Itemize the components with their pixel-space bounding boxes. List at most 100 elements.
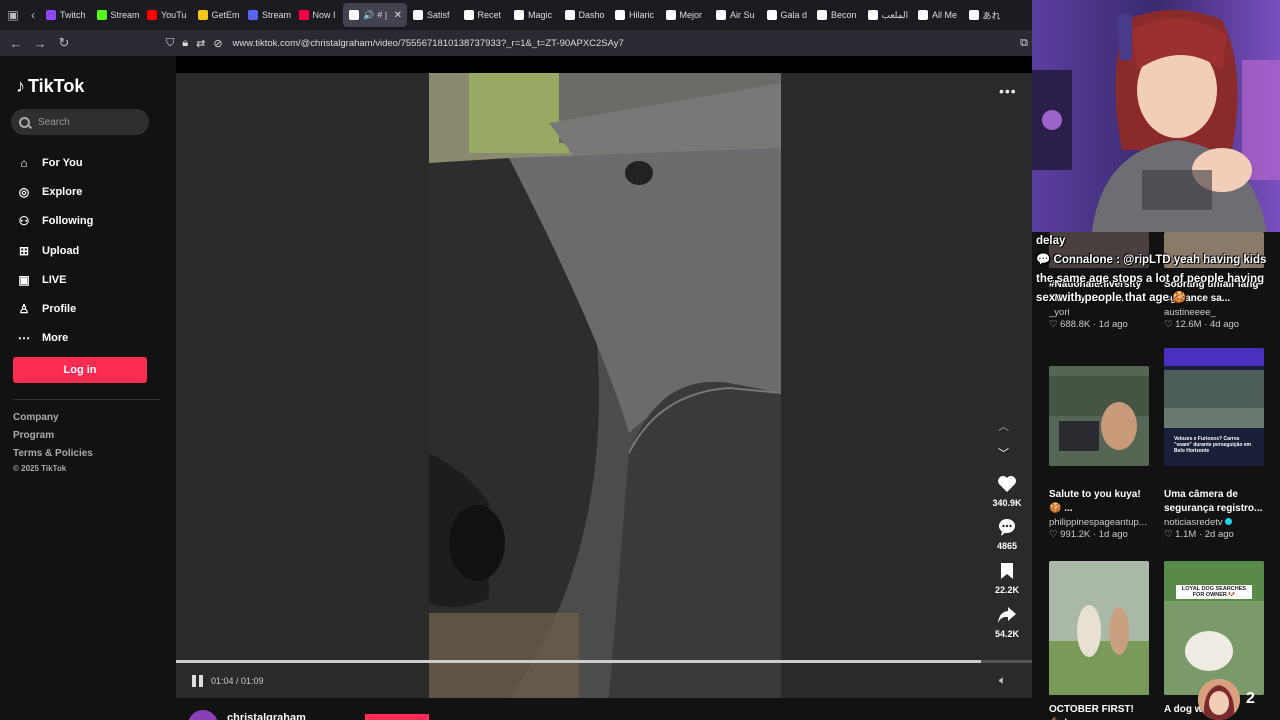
screen: ▣ ‹ Twitch Stream YouTu GetEm Stream Now I 🔊 …: [0, 0, 1280, 720]
logo-text: TikTok: [28, 76, 85, 96]
share-icon[interactable]: [985, 604, 1029, 626]
browser-tab[interactable]: Magic: [508, 3, 559, 27]
card-user[interactable]: philippinespageantup...: [1049, 517, 1149, 528]
card-stats: ♡ 991.2K · 1d ago: [1049, 529, 1128, 540]
tab-overview-icon[interactable]: ▣: [0, 0, 26, 30]
tab-favicon-icon: [564, 10, 575, 20]
video-card[interactable]: OCTOBER FIRST! 🐐 |: [1049, 561, 1149, 720]
comment-action[interactable]: 4865: [985, 516, 1029, 551]
sidebar-item-explore[interactable]: ◎ Explore: [16, 177, 93, 206]
lock-icon[interactable]: 🔒︎: [182, 37, 188, 50]
browser-tab[interactable]: Stream: [91, 3, 142, 27]
footer-link[interactable]: Program: [13, 430, 93, 448]
close-tab-icon[interactable]: ✕: [394, 10, 402, 21]
sidebar-item-upload[interactable]: ⊞ Upload: [16, 236, 93, 265]
share-action[interactable]: 54.2K: [985, 604, 1029, 639]
browser-tab[interactable]: Stream: [242, 3, 293, 27]
home-icon: ⌂: [20, 155, 28, 170]
webcam-feed: [1032, 0, 1280, 232]
browser-tab[interactable]: Becon: [811, 3, 862, 27]
url-input[interactable]: www.tiktok.com/@christalgraham/video/755…: [233, 38, 624, 49]
browser-tab[interactable]: Dasho: [559, 3, 610, 27]
sidebar-item-live[interactable]: ▣ LIVE: [16, 265, 93, 294]
card-title[interactable]: Salute to you kuya! 🍪 ...: [1049, 488, 1149, 516]
sidebar-item-more[interactable]: ⋯ More: [16, 324, 93, 353]
browser-tab[interactable]: All Me: [912, 3, 963, 27]
more-options-icon[interactable]: •••: [999, 83, 1017, 99]
video-thumbnail[interactable]: [1049, 561, 1149, 695]
bookmark-icon[interactable]: [985, 560, 1029, 582]
browser-tab[interactable]: الملعب: [862, 3, 913, 27]
card-views: 12.6M: [1175, 319, 1202, 330]
tiktok-logo[interactable]: ♪ TikTok: [16, 76, 84, 97]
picture-in-picture-icon[interactable]: ⧉: [1020, 37, 1028, 50]
card-user[interactable]: noticiasredetv: [1164, 517, 1264, 528]
card-title[interactable]: Uma câmera de segurança registro...: [1164, 488, 1264, 516]
browser-tab[interactable]: Satisf: [407, 3, 458, 27]
video-progress-bar[interactable]: [176, 660, 1032, 663]
pause-icon[interactable]: [192, 675, 204, 687]
sidebar-item-following[interactable]: ⚇ Following: [16, 207, 94, 236]
copyright: © 2025 TikTok: [13, 464, 67, 473]
browser-tab[interactable]: Now I: [293, 3, 344, 27]
reload-icon[interactable]: ↻: [52, 30, 76, 56]
video-card[interactable]: Velozes e Furiosos? Carros "voam" durant…: [1164, 348, 1264, 540]
sidebar-item-profile[interactable]: ♙ Profile: [16, 294, 93, 323]
card-user[interactable]: _yori: [1049, 307, 1149, 318]
card-user[interactable]: austineeee_: [1164, 307, 1264, 318]
card-user-name: noticiasredetv: [1164, 517, 1223, 528]
video-card[interactable]: Salute to you kuya! 🍪 ... philippinespag…: [1049, 366, 1149, 540]
login-button[interactable]: Log in: [13, 357, 147, 383]
search-input[interactable]: [38, 116, 138, 128]
browser-tab[interactable]: Twitch: [40, 3, 91, 27]
tab-list-right: Satisf Recet Magic Dasho Hilaric Mejor Air Su G…: [407, 3, 1013, 27]
heart-icon[interactable]: [985, 473, 1029, 495]
video-thumbnail[interactable]: Velozes e Furiosos? Carros "voam" durant…: [1164, 348, 1264, 466]
video-thumbnail[interactable]: [1049, 366, 1149, 466]
autoplay-blocked-icon[interactable]: ⊘: [213, 37, 222, 50]
author-avatar[interactable]: [188, 710, 218, 720]
browser-tab[interactable]: Recet: [458, 3, 509, 27]
search-icon: [19, 116, 30, 128]
browser-tab[interactable]: Air Su: [710, 3, 761, 27]
tab-label: Now I: [312, 10, 336, 20]
sidebar-item-label: Profile: [42, 303, 77, 316]
permissions-icon[interactable]: ⇄: [196, 37, 205, 50]
tiktok-note-icon: ♪: [16, 76, 25, 96]
comment-icon[interactable]: [985, 516, 1029, 538]
tab-favicon-icon: [248, 10, 258, 20]
browser-tab[interactable]: YouTu: [141, 3, 192, 27]
tiktok-sidebar: ♪ TikTok ⌂ For You ◎ Explore ⚇ Following ⊞ Uplo…: [0, 56, 176, 720]
browser-tab[interactable]: Gala d: [761, 3, 812, 27]
next-video-icon[interactable]: ﹀: [998, 445, 1009, 461]
tab-label: Satisf: [427, 10, 450, 20]
browser-tab[interactable]: Hilaric: [609, 3, 660, 27]
tab-label: # |: [377, 10, 388, 20]
forward-icon[interactable]: →: [28, 30, 52, 56]
browser-tab[interactable]: あれ: [963, 3, 1014, 27]
author-name[interactable]: christalgraham: [227, 712, 306, 720]
follow-button[interactable]: [365, 714, 429, 720]
back-icon[interactable]: ←: [4, 30, 28, 56]
video-player[interactable]: [429, 73, 781, 698]
browser-tab[interactable]: Mejor: [660, 3, 711, 27]
video-thumbnail[interactable]: LOYAL DOG SEARCHES FOR OWNER 🐶: [1164, 561, 1264, 695]
tab-scroll-left-icon[interactable]: ‹: [26, 0, 40, 30]
footer-link[interactable]: Company: [13, 412, 93, 430]
like-action[interactable]: 340.9K: [985, 473, 1029, 508]
browser-tab[interactable]: GetEm: [192, 3, 243, 27]
speaker-icon[interactable]: 🔊: [363, 10, 374, 21]
shield-icon[interactable]: ⛉: [166, 37, 174, 50]
browser-tab-active[interactable]: 🔊 # | ✕: [343, 3, 407, 27]
tab-favicon-icon: [463, 10, 474, 20]
tab-favicon-icon: [413, 10, 423, 20]
previous-video-icon[interactable]: ︿: [998, 418, 1009, 434]
search-box[interactable]: [11, 109, 149, 135]
volume-icon[interactable]: 🔈︎: [999, 673, 1006, 688]
sidebar-item-for-you[interactable]: ⌂ For You: [16, 148, 93, 177]
card-title[interactable]: OCTOBER FIRST! 🐐 |: [1049, 703, 1149, 720]
tab-favicon-icon: [918, 10, 928, 20]
sidebar-item-label: Explore: [42, 185, 83, 198]
tab-label: Air Su: [730, 10, 755, 20]
save-action[interactable]: 22.2K: [985, 560, 1029, 595]
